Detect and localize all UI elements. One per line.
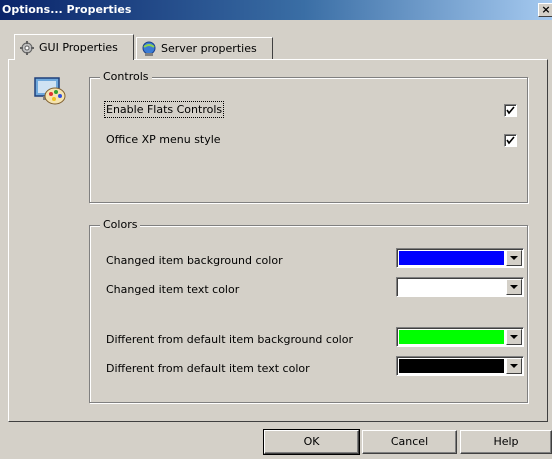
display-properties-icon: [34, 77, 66, 105]
close-button[interactable]: ×: [538, 3, 552, 17]
color-swatch: [399, 359, 504, 373]
enable-flats-controls-checkbox[interactable]: [504, 104, 517, 117]
enable-flats-controls-label[interactable]: Enable Flats Controls: [103, 101, 225, 118]
changed-text-color-select[interactable]: [396, 277, 524, 297]
color-swatch: [399, 251, 504, 265]
tab-server-properties[interactable]: Server properties: [136, 37, 273, 59]
dropdown-button[interactable]: [506, 358, 522, 374]
default-text-color-select[interactable]: [396, 356, 524, 376]
dropdown-button[interactable]: [506, 279, 522, 295]
colors-heading: Colors: [100, 218, 141, 231]
server-icon: [142, 41, 156, 56]
controls-heading: Controls: [100, 70, 152, 83]
window-title: Options... Properties: [2, 3, 132, 16]
office-xp-menu-style-checkbox[interactable]: [504, 134, 517, 147]
dropdown-button[interactable]: [506, 250, 522, 266]
tab-label: GUI Properties: [39, 41, 118, 54]
default-text-color-label: Different from default item text color: [106, 362, 310, 375]
chevron-down-icon: [510, 256, 518, 260]
changed-text-color-label: Changed item text color: [106, 283, 240, 296]
chevron-down-icon: [510, 364, 518, 368]
changed-bg-color-select[interactable]: [396, 248, 524, 268]
ok-button[interactable]: OK: [263, 429, 360, 455]
title-bar[interactable]: Options... Properties ×: [0, 0, 552, 20]
chevron-down-icon: [510, 335, 518, 339]
close-icon: ×: [541, 3, 551, 16]
cancel-button[interactable]: Cancel: [362, 430, 457, 454]
chevron-down-icon: [510, 285, 518, 289]
options-dialog: Options... Properties × GUI Properties S…: [0, 0, 552, 459]
changed-bg-color-label: Changed item background color: [106, 254, 283, 267]
default-bg-color-label: Different from default item background c…: [106, 333, 353, 346]
color-swatch: [399, 330, 504, 344]
dropdown-button[interactable]: [506, 329, 522, 345]
help-button[interactable]: Help: [460, 430, 552, 454]
color-swatch: [399, 280, 504, 294]
tab-label: Server properties: [161, 42, 257, 55]
checkmark-icon: [506, 136, 515, 145]
checkmark-icon: [506, 106, 515, 115]
tab-gui-properties[interactable]: GUI Properties: [14, 34, 134, 60]
office-xp-menu-style-label[interactable]: Office XP menu style: [106, 133, 221, 146]
default-bg-color-select[interactable]: [396, 327, 524, 347]
gear-icon: [20, 40, 34, 55]
